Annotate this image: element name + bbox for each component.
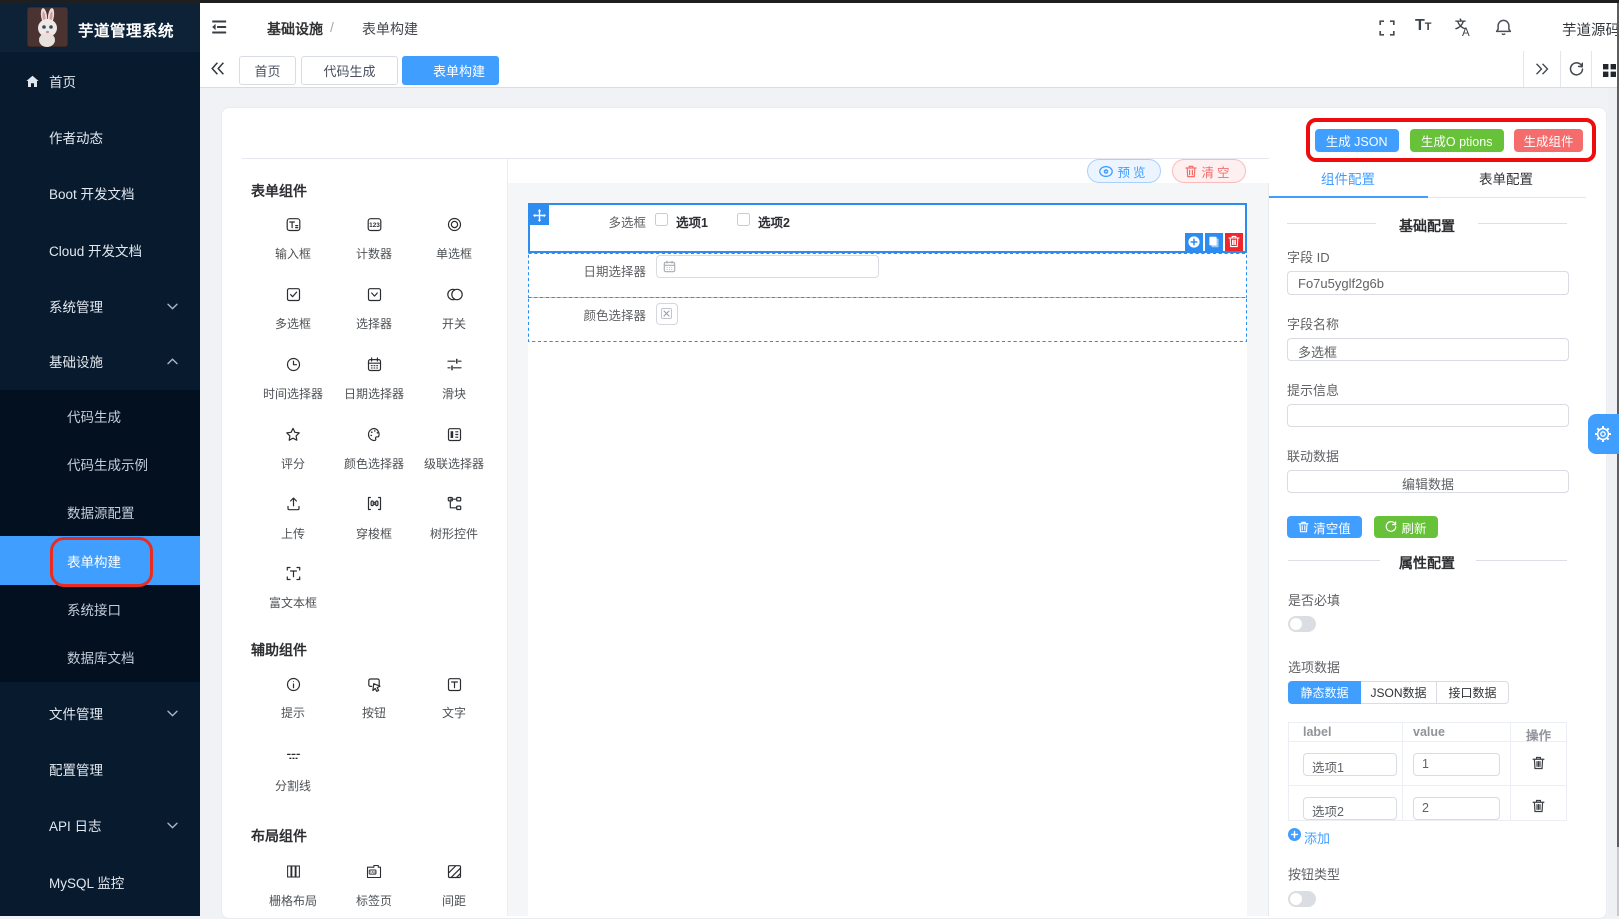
svg-text:TAB: TAB <box>370 870 376 874</box>
svg-text:123: 123 <box>369 222 380 229</box>
svg-text:A: A <box>1462 27 1470 37</box>
